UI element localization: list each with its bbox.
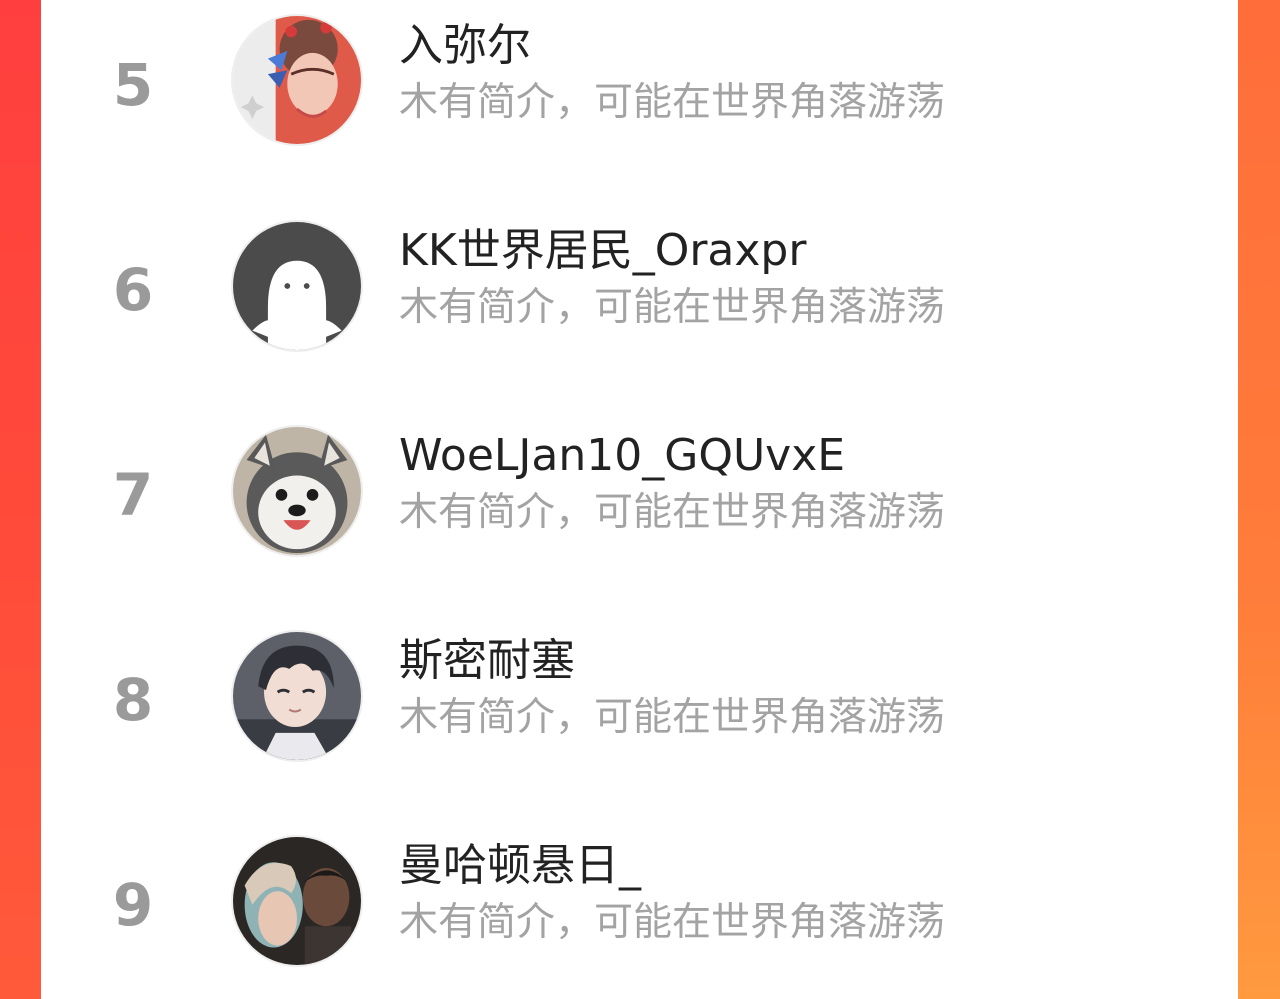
user-avatar[interactable] bbox=[231, 835, 363, 967]
husky-dog-avatar-icon bbox=[233, 427, 361, 555]
user-avatar[interactable] bbox=[231, 14, 363, 146]
user-bio: 木有简介，可能在世界角落游荡 bbox=[399, 285, 946, 330]
user-avatar[interactable] bbox=[231, 220, 363, 352]
ranking-list-item[interactable]: 8 斯密耐塞 木有简介，可能在世界角落游荡 bbox=[41, 615, 1238, 820]
user-name: 曼哈顿悬日_ bbox=[399, 840, 641, 891]
rank-number: 5 bbox=[112, 51, 154, 119]
user-avatar[interactable] bbox=[231, 425, 363, 557]
ranking-list-panel: 5 入弥尔 木有简介，可能在世界角落游荡 6 KK世界居民_Oraxpr 木有简… bbox=[41, 0, 1238, 999]
default-ghost-avatar-icon bbox=[233, 222, 361, 350]
user-name: 入弥尔 bbox=[399, 20, 531, 71]
anime-boy-avatar-icon bbox=[233, 632, 361, 760]
rank-number: 9 bbox=[112, 871, 154, 939]
right-gradient-border bbox=[1238, 0, 1280, 999]
user-bio: 木有简介，可能在世界角落游荡 bbox=[399, 490, 946, 535]
user-name: WoeLJan10_GQUvxE bbox=[399, 430, 846, 481]
user-bio: 木有简介，可能在世界角落游荡 bbox=[399, 695, 946, 740]
user-bio: 木有简介，可能在世界角落游荡 bbox=[399, 900, 946, 945]
illustrated-girl-butterfly-avatar-icon bbox=[233, 16, 361, 144]
ranking-list-item[interactable]: 5 入弥尔 木有简介，可能在世界角落游荡 bbox=[41, 0, 1238, 205]
rank-number: 6 bbox=[112, 256, 154, 324]
left-gradient-border bbox=[0, 0, 41, 999]
rank-number: 7 bbox=[112, 461, 154, 529]
user-avatar[interactable] bbox=[231, 630, 363, 762]
photo-couple-avatar-icon bbox=[233, 837, 361, 965]
rank-number: 8 bbox=[112, 666, 154, 734]
user-bio: 木有简介，可能在世界角落游荡 bbox=[399, 80, 946, 125]
ranking-list-item[interactable]: 6 KK世界居民_Oraxpr 木有简介，可能在世界角落游荡 bbox=[41, 205, 1238, 410]
ranking-list-item[interactable]: 7 WoeLJan10_GQUvxE 木有简介，可能在世界角落游荡 bbox=[41, 410, 1238, 615]
ranking-list-item[interactable]: 9 曼哈顿悬日_ 木有简介，可能在世界角落游荡 bbox=[41, 820, 1238, 999]
user-name: KK世界居民_Oraxpr bbox=[399, 225, 807, 276]
user-name: 斯密耐塞 bbox=[399, 635, 575, 686]
